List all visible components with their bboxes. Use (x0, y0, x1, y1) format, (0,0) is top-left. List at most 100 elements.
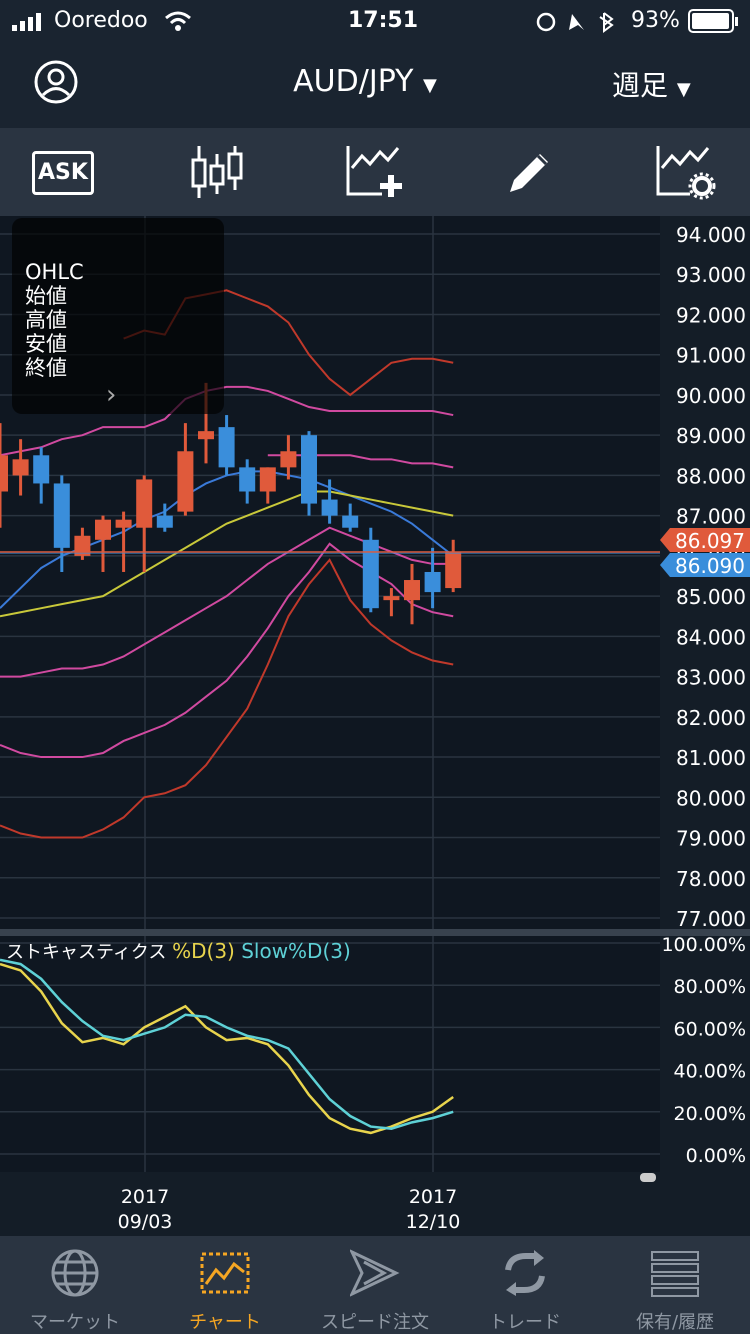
tab-positions-history[interactable]: 保有/履歴 (600, 1236, 750, 1334)
candle-body (95, 519, 111, 540)
candle-body (424, 571, 441, 593)
time-tick-date: 12/10 (406, 1211, 461, 1233)
ask-bid-toggle-button[interactable]: ASK (32, 151, 94, 195)
price-tick-label: 85.000 (676, 585, 746, 609)
candle-body (404, 580, 420, 601)
tab-trade-label: トレード (489, 1312, 561, 1333)
ohlc-open-label: 始値 (25, 284, 67, 308)
add-indicator-icon[interactable] (346, 144, 404, 200)
currency-pair-selector[interactable]: AUD/JPY ▼ (270, 64, 460, 99)
status-icons (536, 12, 614, 33)
stoch-tick-label: 100.00% (661, 934, 746, 956)
ohlc-title: OHLC (25, 260, 84, 284)
candle-body (53, 483, 70, 548)
candle-body (115, 519, 132, 528)
signal-icon (12, 13, 41, 31)
candle-body (198, 431, 214, 440)
chart-toolbar: ASK (0, 128, 750, 216)
price-tick-label: 80.000 (676, 786, 746, 810)
chart-settings-icon[interactable] (656, 144, 716, 200)
account-icon[interactable] (34, 60, 78, 104)
bottom-tab-bar: マーケット チャート スピード注文 トレード 保有/履歴 (0, 1236, 750, 1334)
price-tick-label: 91.000 (676, 344, 746, 368)
price-tick-label: 89.000 (676, 424, 746, 448)
price-tick-label: 87.000 (676, 505, 746, 529)
price-tick-label: 94.000 (676, 223, 746, 247)
price-tick-label: 88.000 (676, 464, 746, 488)
chevron-down-icon: ▼ (423, 75, 437, 96)
battery-percent: 93% (631, 8, 680, 33)
candle-body (321, 499, 338, 516)
tab-chart-label: チャート (189, 1312, 261, 1333)
status-bar: Ooredoo 17:51 93% (0, 0, 750, 44)
tab-speed-order-label: スピード注文 (321, 1312, 429, 1333)
stoch-slow-label: Slow%D(3) (241, 939, 351, 963)
candle-body (33, 455, 50, 484)
carrier-name: Ooredoo (54, 8, 148, 33)
candle-body (301, 435, 317, 504)
tab-positions-history-label: 保有/履歴 (635, 1312, 715, 1333)
stoch-tick-label: 80.00% (674, 976, 746, 998)
time-tick-date: 09/03 (118, 1211, 173, 1233)
ohlc-low-label: 安値 (25, 332, 67, 356)
stoch-tick-label: 0.00% (686, 1145, 746, 1167)
candle-body (0, 455, 8, 492)
candle-body (362, 539, 379, 609)
wifi-icon (165, 11, 191, 31)
candle-body (445, 551, 462, 589)
ohlc-info-panel[interactable]: OHLC 始値 高値 安値 終値 › (12, 218, 224, 414)
stoch-tick-label: 20.00% (674, 1103, 746, 1125)
app-header: AUD/JPY ▼ 週足 ▼ (0, 44, 750, 128)
battery-icon (688, 9, 738, 33)
candle-body (156, 515, 173, 528)
stoch-d-line (0, 962, 454, 1135)
globe-icon (51, 1249, 99, 1297)
stoch-title: ストキャスティクス (6, 942, 172, 963)
refresh-icon (505, 1250, 545, 1296)
tab-market-label: マーケット (30, 1312, 120, 1333)
candle-body (280, 451, 297, 468)
chart-icon (200, 1252, 250, 1294)
price-tick-label: 84.000 (676, 625, 746, 649)
candle-body (177, 451, 194, 512)
tab-chart[interactable]: チャート (150, 1236, 300, 1334)
price-tick-label: 77.000 (676, 907, 746, 931)
ask-price-tag: 86.097 (675, 529, 745, 553)
chevron-down-icon: ▼ (676, 79, 691, 100)
price-tick-label: 79.000 (676, 827, 746, 851)
candle-body (218, 427, 235, 468)
candle-body (259, 467, 276, 492)
drawing-pencil-icon[interactable] (506, 148, 554, 196)
tab-market[interactable]: マーケット (0, 1236, 150, 1334)
timeframe: 週足 (612, 69, 669, 102)
clock: 17:51 (348, 8, 419, 33)
bid-price-tag: 86.090 (675, 554, 745, 578)
price-tick-label: 92.000 (676, 303, 746, 327)
time-tick-year: 2017 (409, 1186, 457, 1208)
tab-trade[interactable]: トレード (450, 1236, 600, 1334)
candlestick-type-icon[interactable] (190, 144, 244, 200)
band-lower2 (0, 542, 454, 759)
panel-divider (0, 929, 750, 936)
stoch-tick-label: 40.00% (674, 1061, 746, 1083)
currency-pair: AUD/JPY (293, 64, 414, 99)
candle-body (12, 459, 29, 476)
list-icon (651, 1251, 699, 1297)
time-tick-year: 2017 (121, 1186, 169, 1208)
stoch-tick-label: 60.00% (674, 1018, 746, 1040)
stoch-d-label: %D(3) (172, 939, 241, 963)
tab-speed-order[interactable]: スピード注文 (300, 1236, 450, 1334)
price-tick-label: 90.000 (676, 384, 746, 408)
price-tick-label: 83.000 (676, 666, 746, 690)
band-lower3 (0, 558, 454, 839)
speed-icon (350, 1249, 400, 1297)
price-tick-label: 78.000 (676, 867, 746, 891)
stoch-legend: ストキャスティクス %D(3) Slow%D(3) (6, 939, 351, 963)
chevron-right-icon[interactable]: › (106, 380, 116, 410)
ohlc-high-label: 高値 (25, 308, 67, 332)
price-tick-label: 81.000 (676, 746, 746, 770)
scroll-indicator (640, 1173, 656, 1182)
timeframe-selector[interactable]: 週足 ▼ (612, 64, 691, 104)
price-tick-label: 82.000 (676, 706, 746, 730)
candle-body (383, 596, 400, 601)
